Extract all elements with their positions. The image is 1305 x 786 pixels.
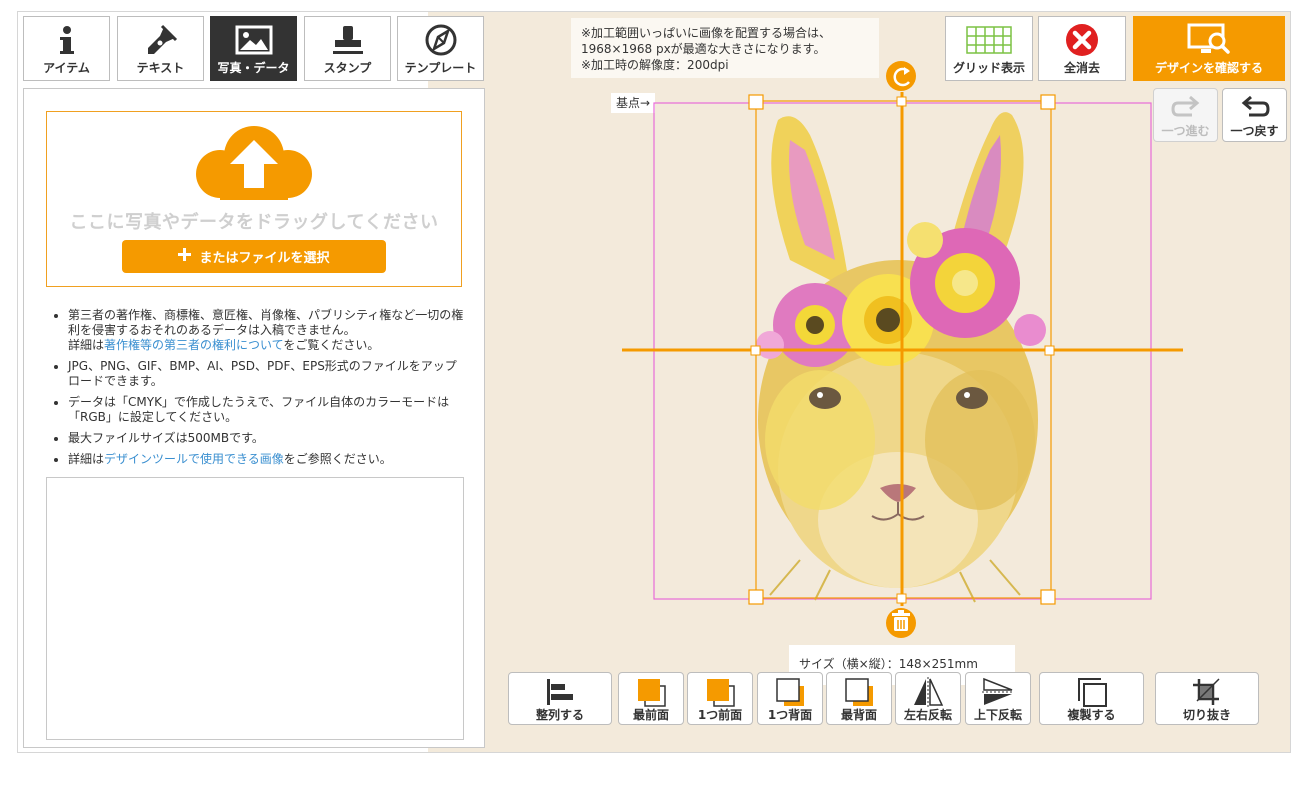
- duplicate-label: 複製する: [1067, 708, 1116, 722]
- tab-stamp[interactable]: スタンプ: [304, 16, 391, 81]
- flip-horizontal-icon: [896, 677, 960, 707]
- confirm-design-button[interactable]: デザインを確認する: [1133, 16, 1285, 81]
- info-icon: [24, 23, 109, 57]
- undo-button[interactable]: 一つ戻す: [1222, 88, 1287, 142]
- clear-all-button[interactable]: 全消去: [1038, 16, 1126, 81]
- grid-icon: [946, 22, 1032, 58]
- rights-link[interactable]: 著作権等の第三者の権利について: [104, 338, 283, 352]
- undo-icon: [1239, 95, 1271, 125]
- confirm-design-label: デザインを確認する: [1154, 61, 1263, 75]
- plus-icon: [178, 248, 192, 265]
- info-line: 1968×1968 pxが最適な大きさになります。: [581, 42, 826, 56]
- crop-button[interactable]: 切り抜き: [1155, 672, 1259, 725]
- origin-label: 基点→: [611, 93, 655, 113]
- flip-vertical-button[interactable]: 上下反転: [965, 672, 1031, 725]
- cloud-upload-icon: [190, 122, 318, 206]
- undo-label: 一つ戻す: [1230, 124, 1279, 138]
- send-to-back-button[interactable]: 最背面: [826, 672, 892, 725]
- note-text: をご覧ください。: [283, 338, 380, 352]
- clear-all-label: 全消去: [1063, 61, 1100, 75]
- duplicate-icon: [1040, 677, 1143, 707]
- tab-template[interactable]: テンプレート: [397, 16, 484, 81]
- upload-notes: 第三者の著作権、商標権、意匠権、肖像権、パブリシティ権など一切の権利を侵害するお…: [46, 308, 466, 473]
- send-to-back-label: 最背面: [840, 708, 877, 722]
- crop-label: 切り抜き: [1182, 708, 1231, 722]
- tab-label: テキスト: [136, 61, 185, 75]
- bring-to-front-button[interactable]: 最前面: [618, 672, 684, 725]
- forward-layer-icon: [688, 677, 752, 707]
- note-colormode: データは「CMYK」で作成したうえで、ファイル自体のカラーモードは「RGB」に設…: [68, 395, 466, 425]
- pen-icon: [118, 23, 203, 57]
- back-layer-icon: [827, 677, 891, 707]
- resize-handle-bottom[interactable]: [896, 593, 907, 604]
- info-line: ※加工時の解像度：200dpi: [581, 58, 729, 72]
- redo-label: 一つ進む: [1161, 124, 1210, 138]
- resize-handle-left[interactable]: [750, 345, 761, 356]
- flip-vertical-icon: [966, 677, 1030, 707]
- resize-handle-tr[interactable]: [1040, 94, 1056, 110]
- tab-label: テンプレート: [404, 61, 477, 75]
- bring-forward-button[interactable]: 1つ前面: [687, 672, 753, 725]
- delete-trash-icon[interactable]: [886, 608, 916, 638]
- upload-dropzone[interactable]: ここに写真やデータをドラッグしてください またはファイルを選択: [46, 111, 462, 287]
- grid-toggle-button[interactable]: グリッド表示: [945, 16, 1033, 81]
- tab-label: アイテム: [43, 61, 90, 75]
- print-area-info: ※加工範囲いっぱいに画像を配置する場合は、 1968×1968 pxが最適な大き…: [571, 18, 879, 78]
- align-label: 整列する: [535, 708, 584, 722]
- tab-label: スタンプ: [323, 61, 372, 75]
- flip-vertical-label: 上下反転: [973, 708, 1022, 722]
- resize-handle-bl[interactable]: [748, 589, 764, 605]
- rotate-handle[interactable]: [886, 61, 916, 91]
- front-layer-icon: [619, 677, 683, 707]
- redo-icon: [1170, 95, 1202, 125]
- align-left-icon: [509, 677, 611, 707]
- note-text: 第三者の著作権、商標権、意匠権、肖像権、パブリシティ権など一切の権利を侵害するお…: [68, 308, 464, 337]
- template-icon: [398, 23, 483, 57]
- crop-icon: [1156, 677, 1258, 707]
- resize-handle-tl[interactable]: [748, 94, 764, 110]
- select-file-button[interactable]: またはファイルを選択: [122, 240, 386, 273]
- grid-toggle-label: グリッド表示: [952, 61, 1025, 75]
- note-text: 詳細は: [68, 338, 105, 352]
- usable-images-link[interactable]: デザインツールで使用できる画像: [104, 452, 284, 466]
- resize-handle-right[interactable]: [1044, 345, 1055, 356]
- backward-layer-icon: [758, 677, 822, 707]
- bring-to-front-label: 最前面: [632, 708, 669, 722]
- send-backward-button[interactable]: 1つ背面: [757, 672, 823, 725]
- send-backward-label: 1つ背面: [767, 708, 813, 722]
- note-rights: 第三者の著作権、商標権、意匠権、肖像権、パブリシティ権など一切の権利を侵害するお…: [68, 308, 466, 353]
- monitor-search-icon: [1134, 22, 1284, 58]
- bring-forward-label: 1つ前面: [697, 708, 743, 722]
- duplicate-button[interactable]: 複製する: [1039, 672, 1144, 725]
- stamp-icon: [305, 23, 390, 57]
- note-formats: JPG、PNG、GIF、BMP、AI、PSD、PDF、EPS形式のファイルをアッ…: [68, 359, 466, 389]
- image-icon: [211, 23, 296, 57]
- flip-horizontal-label: 左右反転: [903, 708, 952, 722]
- flip-horizontal-button[interactable]: 左右反転: [895, 672, 961, 725]
- uploaded-images-list[interactable]: [46, 477, 464, 740]
- tab-photo-data[interactable]: 写真・データ: [210, 16, 297, 81]
- tab-label: 写真・データ: [217, 61, 290, 75]
- info-line: ※加工範囲いっぱいに画像を配置する場合は、: [581, 26, 832, 40]
- size-text: サイズ（横×縦）：148×251mm: [799, 657, 978, 671]
- clear-x-icon: [1039, 22, 1125, 58]
- tab-text[interactable]: テキスト: [117, 16, 204, 81]
- resize-handle-br[interactable]: [1040, 589, 1056, 605]
- note-maxsize: 最大ファイルサイズは500MBです。: [68, 431, 466, 446]
- align-button[interactable]: 整列する: [508, 672, 612, 725]
- note-text: 詳細は: [68, 452, 105, 466]
- note-text: をご参照ください。: [283, 452, 392, 466]
- note-details: 詳細はデザインツールで使用できる画像をご参照ください。: [68, 452, 466, 467]
- drop-instruction: ここに写真やデータをドラッグしてください: [69, 212, 439, 233]
- redo-button[interactable]: 一つ進む: [1153, 88, 1218, 142]
- resize-handle-top[interactable]: [896, 96, 907, 107]
- tab-item[interactable]: アイテム: [23, 16, 110, 81]
- select-file-label: またはファイルを選択: [199, 251, 330, 266]
